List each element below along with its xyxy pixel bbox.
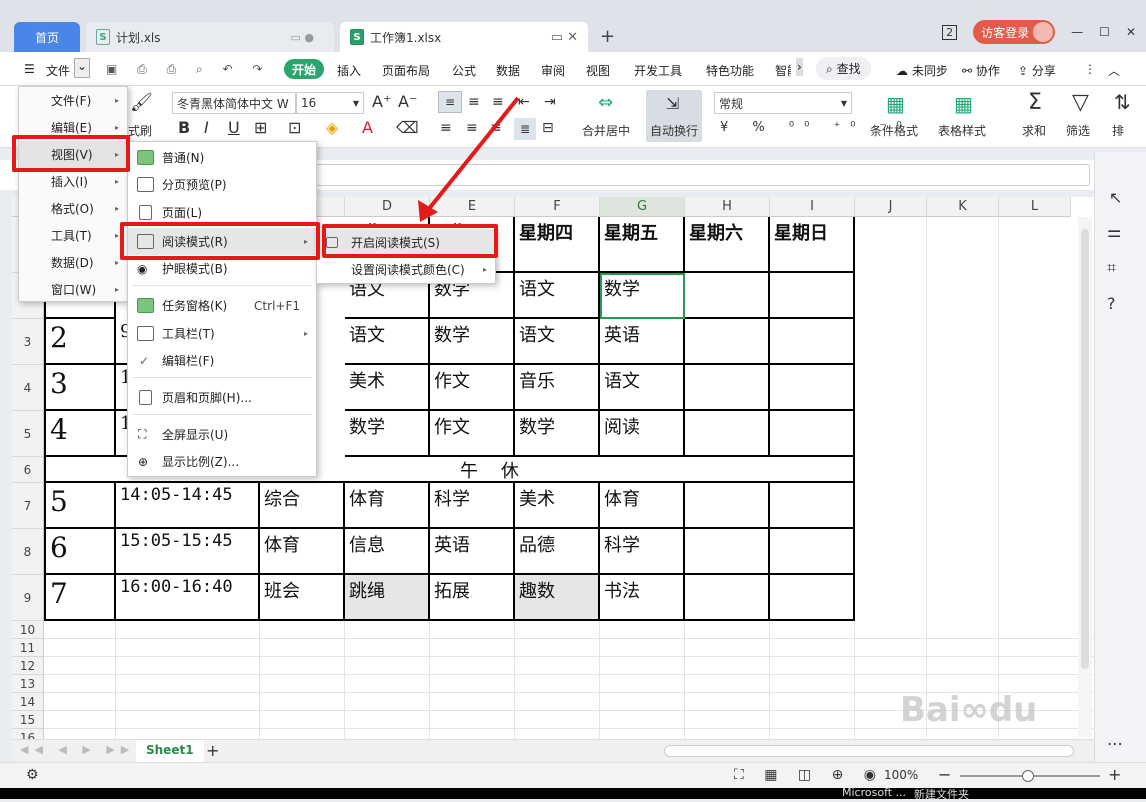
annotation-arrow (418, 96, 520, 222)
watermark-logo: Bai∞du (900, 690, 1038, 730)
